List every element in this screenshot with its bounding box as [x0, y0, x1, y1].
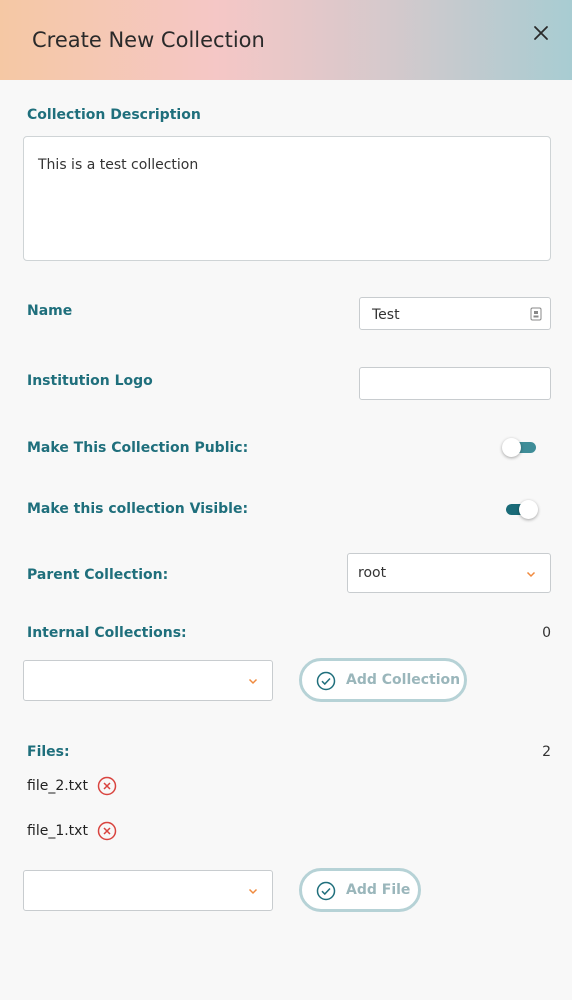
chevron-down-icon [526, 571, 536, 578]
parent-value: root [358, 565, 387, 581]
file-item: file_2.txt [27, 776, 117, 796]
dialog-header: Create New Collection [0, 0, 572, 80]
check-circle-icon [316, 671, 336, 691]
public-toggle-knob [502, 438, 521, 457]
add-collection-button[interactable]: Add Collection [299, 658, 467, 702]
add-file-button[interactable]: Add File [299, 868, 421, 912]
visible-toggle-knob [519, 500, 538, 519]
check-circle-icon [316, 881, 336, 901]
visible-toggle[interactable] [502, 499, 538, 519]
files-count: 2 [542, 744, 551, 760]
internal-collection-select[interactable] [23, 660, 273, 701]
parent-label: Parent Collection: [27, 567, 169, 583]
chevron-down-icon [248, 888, 258, 895]
visible-label: Make this collection Visible: [27, 501, 249, 517]
public-toggle[interactable] [502, 437, 538, 457]
chevron-down-icon [248, 678, 258, 685]
logo-input[interactable] [359, 367, 551, 400]
remove-file-icon[interactable] [97, 821, 117, 841]
file-name: file_2.txt [27, 778, 88, 794]
internal-collections-label: Internal Collections: [27, 625, 187, 641]
name-value: Test [372, 307, 400, 323]
remove-file-icon[interactable] [97, 776, 117, 796]
logo-label: Institution Logo [27, 373, 153, 389]
parent-select[interactable]: root [347, 553, 551, 593]
name-label: Name [27, 303, 73, 319]
close-icon [534, 26, 548, 40]
file-select[interactable] [23, 870, 273, 911]
add-collection-label: Add Collection [346, 672, 461, 688]
description-field[interactable]: This is a test collection [23, 136, 551, 261]
close-button[interactable] [530, 22, 552, 44]
file-item: file_1.txt [27, 821, 117, 841]
public-label: Make This Collection Public: [27, 440, 249, 456]
files-label: Files: [27, 744, 70, 760]
autofill-icon [530, 307, 542, 321]
add-file-label: Add File [346, 882, 411, 898]
dialog-title: Create New Collection [32, 28, 265, 52]
name-input[interactable]: Test [359, 297, 551, 330]
file-name: file_1.txt [27, 823, 88, 839]
description-label: Collection Description [27, 107, 201, 123]
internal-collections-count: 0 [542, 625, 551, 641]
